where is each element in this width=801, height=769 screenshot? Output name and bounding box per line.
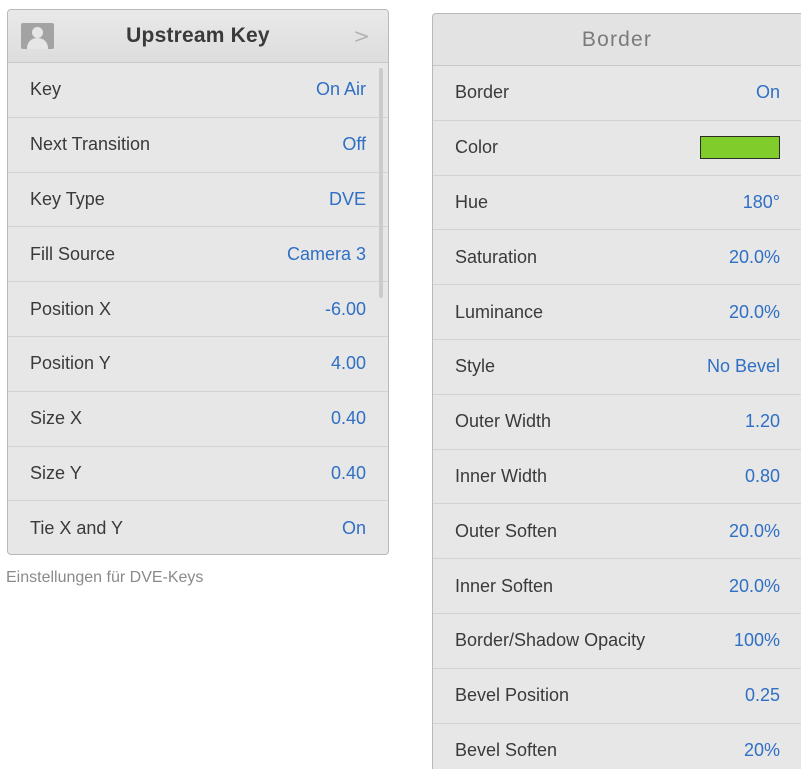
setting-value[interactable]: 0.25: [745, 685, 780, 706]
setting-row-next-transition[interactable]: Next Transition Off: [8, 118, 388, 173]
setting-label: Border/Shadow Opacity: [455, 630, 646, 651]
setting-row-hue[interactable]: Hue 180°: [433, 176, 801, 231]
setting-label: Fill Source: [30, 243, 116, 264]
setting-label: Size X: [30, 408, 83, 429]
figure-caption: Einstellungen für DVE-Keys: [6, 569, 204, 586]
setting-row-position-y[interactable]: Position Y 4.00: [8, 337, 388, 392]
setting-row-size-x[interactable]: Size X 0.40: [8, 392, 388, 447]
setting-value[interactable]: 0.40: [331, 463, 366, 484]
upstream-key-panel: Upstream Key > Key On Air Next Transitio…: [7, 9, 389, 555]
upstream-key-title: Upstream Key: [126, 24, 270, 47]
setting-value[interactable]: Camera 3: [287, 244, 366, 265]
border-header: Border: [433, 14, 801, 66]
setting-row-luminance[interactable]: Luminance 20.0%: [433, 285, 801, 340]
chevron-right-icon[interactable]: >: [353, 24, 370, 48]
setting-row-bevel-soften[interactable]: Bevel Soften 20%: [433, 724, 801, 769]
setting-row-bevel-position[interactable]: Bevel Position 0.25: [433, 669, 801, 724]
scrollbar[interactable]: [379, 68, 383, 298]
setting-label: Tie X and Y: [30, 517, 124, 538]
setting-row-color[interactable]: Color: [433, 121, 801, 176]
setting-row-saturation[interactable]: Saturation 20.0%: [433, 230, 801, 286]
setting-label: Key Type: [30, 188, 105, 209]
setting-value[interactable]: On: [342, 518, 366, 539]
setting-value[interactable]: 100%: [734, 630, 780, 651]
setting-value[interactable]: 20.0%: [729, 521, 780, 542]
setting-value[interactable]: 1.20: [745, 411, 780, 432]
setting-label: Luminance: [455, 301, 544, 322]
setting-label: Size Y: [30, 462, 82, 483]
setting-label: Outer Soften: [455, 520, 558, 541]
setting-row-fill-source[interactable]: Fill Source Camera 3: [8, 227, 388, 283]
setting-value[interactable]: DVE: [329, 189, 366, 210]
setting-label: Key: [30, 79, 62, 100]
setting-row-size-y[interactable]: Size Y 0.40: [8, 447, 388, 502]
setting-label: Inner Soften: [455, 575, 554, 596]
setting-value[interactable]: 20.0%: [729, 247, 780, 268]
setting-label: Color: [455, 137, 499, 158]
setting-row-border-shadow-opacity[interactable]: Border/Shadow Opacity 100%: [433, 614, 801, 669]
setting-row-tie-x-and-y[interactable]: Tie X and Y On: [8, 501, 388, 554]
setting-value[interactable]: -6.00: [325, 299, 366, 320]
upstream-key-header[interactable]: Upstream Key >: [8, 10, 388, 63]
setting-row-inner-width[interactable]: Inner Width 0.80: [433, 450, 801, 505]
setting-label: Style: [455, 356, 496, 377]
setting-value[interactable]: 20.0%: [729, 302, 780, 323]
setting-label: Bevel Soften: [455, 740, 558, 761]
setting-row-key-type[interactable]: Key Type DVE: [8, 173, 388, 228]
setting-label: Outer Width: [455, 411, 552, 432]
color-swatch[interactable]: [700, 136, 780, 160]
setting-row-style[interactable]: Style No Bevel: [433, 340, 801, 395]
setting-label: Position X: [30, 298, 112, 319]
setting-label: Next Transition: [30, 134, 151, 155]
setting-value[interactable]: 4.00: [331, 353, 366, 374]
border-panel: Border Border On Color Hue 180° Saturati…: [432, 13, 801, 769]
setting-row-outer-width[interactable]: Outer Width 1.20: [433, 395, 801, 450]
user-icon: [21, 23, 54, 49]
setting-label: Border: [455, 82, 510, 103]
setting-label: Position Y: [30, 353, 111, 374]
setting-label: Bevel Position: [455, 685, 570, 706]
setting-value[interactable]: On: [756, 82, 780, 103]
setting-row-position-x[interactable]: Position X -6.00: [8, 282, 388, 337]
setting-value[interactable]: 0.40: [331, 408, 366, 429]
setting-value[interactable]: 20%: [744, 740, 780, 761]
setting-row-key[interactable]: Key On Air: [8, 63, 388, 118]
setting-value[interactable]: 0.80: [745, 466, 780, 487]
setting-row-inner-soften[interactable]: Inner Soften 20.0%: [433, 559, 801, 614]
border-title: Border: [581, 27, 653, 51]
setting-label: Saturation: [455, 246, 538, 267]
setting-value[interactable]: 180°: [743, 192, 780, 213]
setting-value[interactable]: No Bevel: [707, 356, 780, 377]
setting-row-outer-soften[interactable]: Outer Soften 20.0%: [433, 504, 801, 560]
setting-value[interactable]: 20.0%: [729, 576, 780, 597]
setting-row-border[interactable]: Border On: [433, 66, 801, 121]
setting-value[interactable]: On Air: [316, 79, 366, 100]
setting-value[interactable]: Off: [342, 134, 366, 155]
setting-label: Inner Width: [455, 465, 548, 486]
setting-label: Hue: [455, 191, 489, 212]
